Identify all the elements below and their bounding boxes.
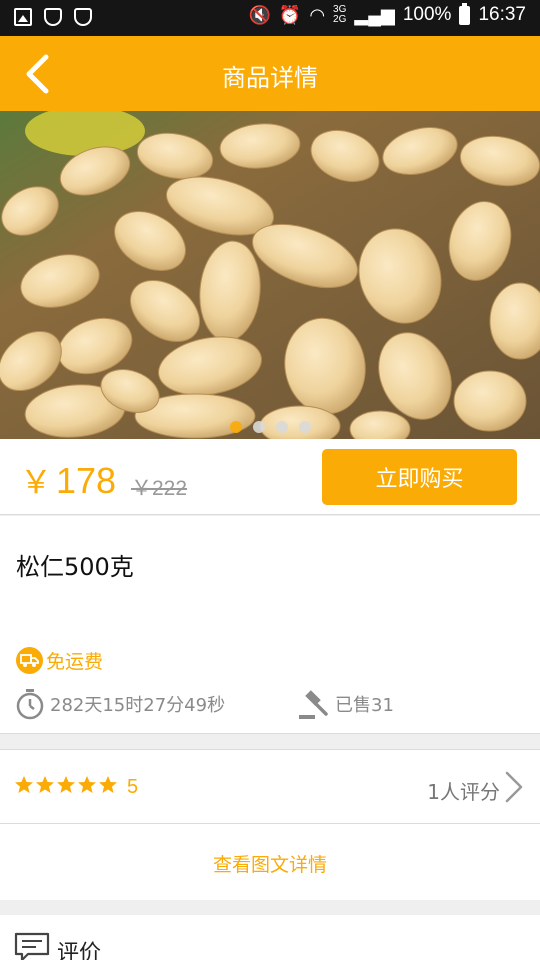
stopwatch-icon <box>16 689 44 720</box>
clock: 16:37 <box>478 4 526 25</box>
sold-count: 已售31 <box>298 688 394 720</box>
product-info: 松仁500克 免运费 282天15时27分49秒 已售31 <box>0 516 540 734</box>
product-name: 松仁500克 <box>16 553 134 581</box>
carousel-dot[interactable] <box>298 421 311 433</box>
buy-now-button[interactable]: 立即购买 <box>322 449 517 505</box>
gavel-icon <box>299 690 328 719</box>
star-icon <box>57 776 75 793</box>
product-image-carousel[interactable] <box>0 111 540 439</box>
wifi-icon: ◠ <box>309 4 326 25</box>
network-type: 3G 2G <box>333 5 346 25</box>
signal-icon: ▂▄▆ <box>354 4 395 25</box>
star-icon <box>15 776 33 793</box>
carousel-dot[interactable] <box>275 421 288 433</box>
sold-text: 已售31 <box>335 695 394 716</box>
countdown-text: 282天15时27分49秒 <box>50 695 226 716</box>
image-notification-icon <box>14 8 32 26</box>
star-icon <box>36 776 54 793</box>
shipping-badge: 免运费 <box>16 647 103 674</box>
carousel-indicators <box>0 421 540 433</box>
shield-icon <box>74 8 92 26</box>
view-details-link[interactable]: 查看图文详情 <box>0 850 540 877</box>
shipping-label: 免运费 <box>46 651 104 673</box>
system-status: 🔇 ⏰ ◠ 3G 2G ▂▄▆ 100% 16:37 <box>248 2 526 26</box>
reviews-header: 评价 <box>0 915 540 960</box>
network-bottom: 2G <box>333 14 347 25</box>
alarm-icon: ⏰ <box>278 4 302 25</box>
rating-stars <box>14 775 118 795</box>
details-row: 查看图文详情 <box>0 824 540 900</box>
carousel-dot[interactable] <box>252 421 265 433</box>
currency-symbol: ￥ <box>20 464 53 500</box>
comment-icon <box>14 932 50 960</box>
price-row: ￥ 178 ￥222 立即购买 <box>0 439 540 515</box>
pine-nuts-image <box>0 111 540 439</box>
current-price-value: 178 <box>56 460 117 501</box>
current-price: ￥ 178 <box>20 457 116 503</box>
original-price: ￥222 <box>131 477 188 500</box>
chevron-right-icon <box>505 771 523 803</box>
reviews-title: 评价 <box>57 941 102 960</box>
truck-icon <box>16 647 43 674</box>
mute-icon: 🔇 <box>248 4 271 25</box>
rating-row[interactable]: 5 1人评分 <box>0 749 540 824</box>
star-icon <box>99 776 117 793</box>
notification-icons <box>14 8 92 26</box>
status-bar: 🔇 ⏰ ◠ 3G 2G ▂▄▆ 100% 16:37 <box>0 0 540 36</box>
battery-percent: 100% <box>402 4 452 25</box>
page-title: 商品详情 <box>222 64 318 92</box>
rating-score: 5 <box>127 776 139 798</box>
battery-icon <box>459 2 471 25</box>
app-header: 商品详情 <box>0 36 540 111</box>
countdown: 282天15时27分49秒 <box>16 688 225 720</box>
shield-check-icon <box>44 8 62 26</box>
carousel-dot[interactable] <box>229 421 242 433</box>
rating-count: 1人评分 <box>427 780 500 804</box>
star-icon <box>78 776 96 793</box>
